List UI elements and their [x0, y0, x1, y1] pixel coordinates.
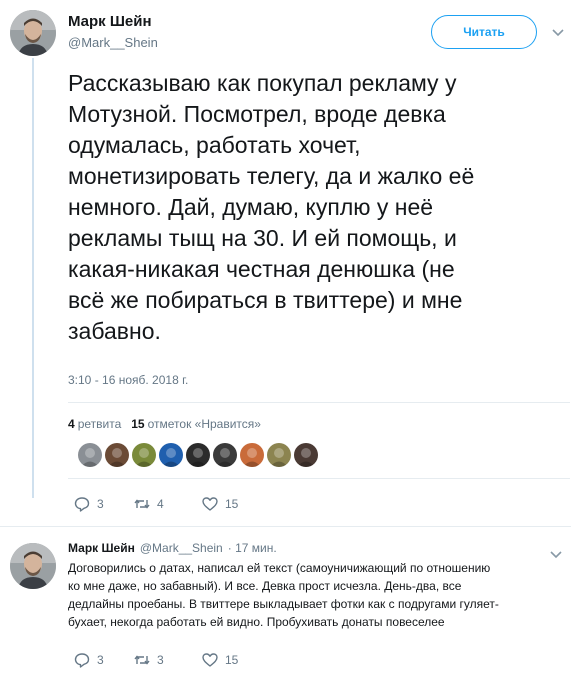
divider	[68, 402, 570, 403]
liker-avatar[interactable]	[78, 443, 102, 467]
retweet-button[interactable]: 3	[133, 651, 191, 669]
liker-avatar[interactable]	[240, 443, 264, 467]
divider	[68, 478, 570, 479]
heart-icon	[202, 497, 218, 511]
retweet-count: 3	[157, 653, 164, 667]
retweets-label: ретвита	[77, 417, 122, 431]
heart-icon	[202, 653, 218, 667]
liker-avatar[interactable]	[294, 443, 318, 467]
retweet-icon	[134, 499, 150, 509]
tweet-separator	[0, 526, 571, 527]
likes-count: 15	[131, 417, 145, 431]
avatar-photo-icon	[10, 543, 56, 589]
reply-actions: 3 3 15	[73, 651, 261, 669]
liker-avatar[interactable]	[105, 443, 129, 467]
reply-button[interactable]: 3	[73, 495, 127, 513]
reply-author-name[interactable]: Марк Шейн	[68, 541, 135, 555]
retweet-icon	[134, 655, 150, 665]
liker-avatar[interactable]	[132, 443, 156, 467]
like-button[interactable]: 15	[201, 495, 261, 513]
tweet-text: Рассказываю как покупал рекламу у Мотузн…	[68, 70, 475, 344]
like-button[interactable]: 15	[201, 651, 261, 669]
liker-avatar[interactable]	[267, 443, 291, 467]
liker-avatars	[78, 443, 318, 467]
follow-button[interactable]: Читать	[431, 15, 537, 49]
author-name[interactable]: Марк Шейн	[68, 13, 152, 30]
thread-line	[32, 58, 34, 498]
chevron-down-icon[interactable]	[550, 24, 566, 40]
like-count: 15	[225, 653, 239, 667]
tweet-stats: 4 ретвита 15 отметок «Нравится»	[68, 417, 261, 431]
liker-avatar[interactable]	[213, 443, 237, 467]
reply-author-avatar[interactable]	[10, 543, 56, 589]
retweet-count: 4	[157, 497, 164, 511]
avatar-photo-icon	[10, 10, 56, 56]
liker-avatar[interactable]	[186, 443, 210, 467]
like-count: 15	[225, 497, 239, 511]
reply-button[interactable]: 3	[73, 651, 127, 669]
author-avatar[interactable]	[10, 10, 56, 56]
retweet-button[interactable]: 4	[133, 495, 191, 513]
reply-count: 3	[97, 497, 104, 511]
likes-label: отметок «Нравится»	[147, 417, 261, 431]
retweets-stat[interactable]: 4 ретвита	[68, 417, 121, 431]
tweet-timestamp[interactable]: 3:10 - 16 нояб. 2018 г.	[68, 373, 188, 387]
reply-icon	[74, 497, 90, 512]
reply-count: 3	[97, 653, 104, 667]
retweets-count: 4	[68, 417, 75, 431]
liker-avatar[interactable]	[159, 443, 183, 467]
reply-text: Договорились о датах, написал ей текст (…	[68, 561, 499, 629]
reply-header: Марк Шейн @Mark__Shein · 17 мин.	[68, 541, 277, 555]
tweet-actions: 3 4 15	[73, 495, 261, 513]
reply-author-handle[interactable]: @Mark__Shein	[140, 541, 223, 555]
main-tweet: Марк Шейн @Mark__Shein Читать Рассказыва…	[0, 0, 571, 524]
reply-icon	[74, 653, 90, 668]
author-handle[interactable]: @Mark__Shein	[68, 35, 158, 50]
likes-stat[interactable]: 15 отметок «Нравится»	[131, 417, 261, 431]
reply-time[interactable]: · 17 мин.	[228, 541, 277, 555]
